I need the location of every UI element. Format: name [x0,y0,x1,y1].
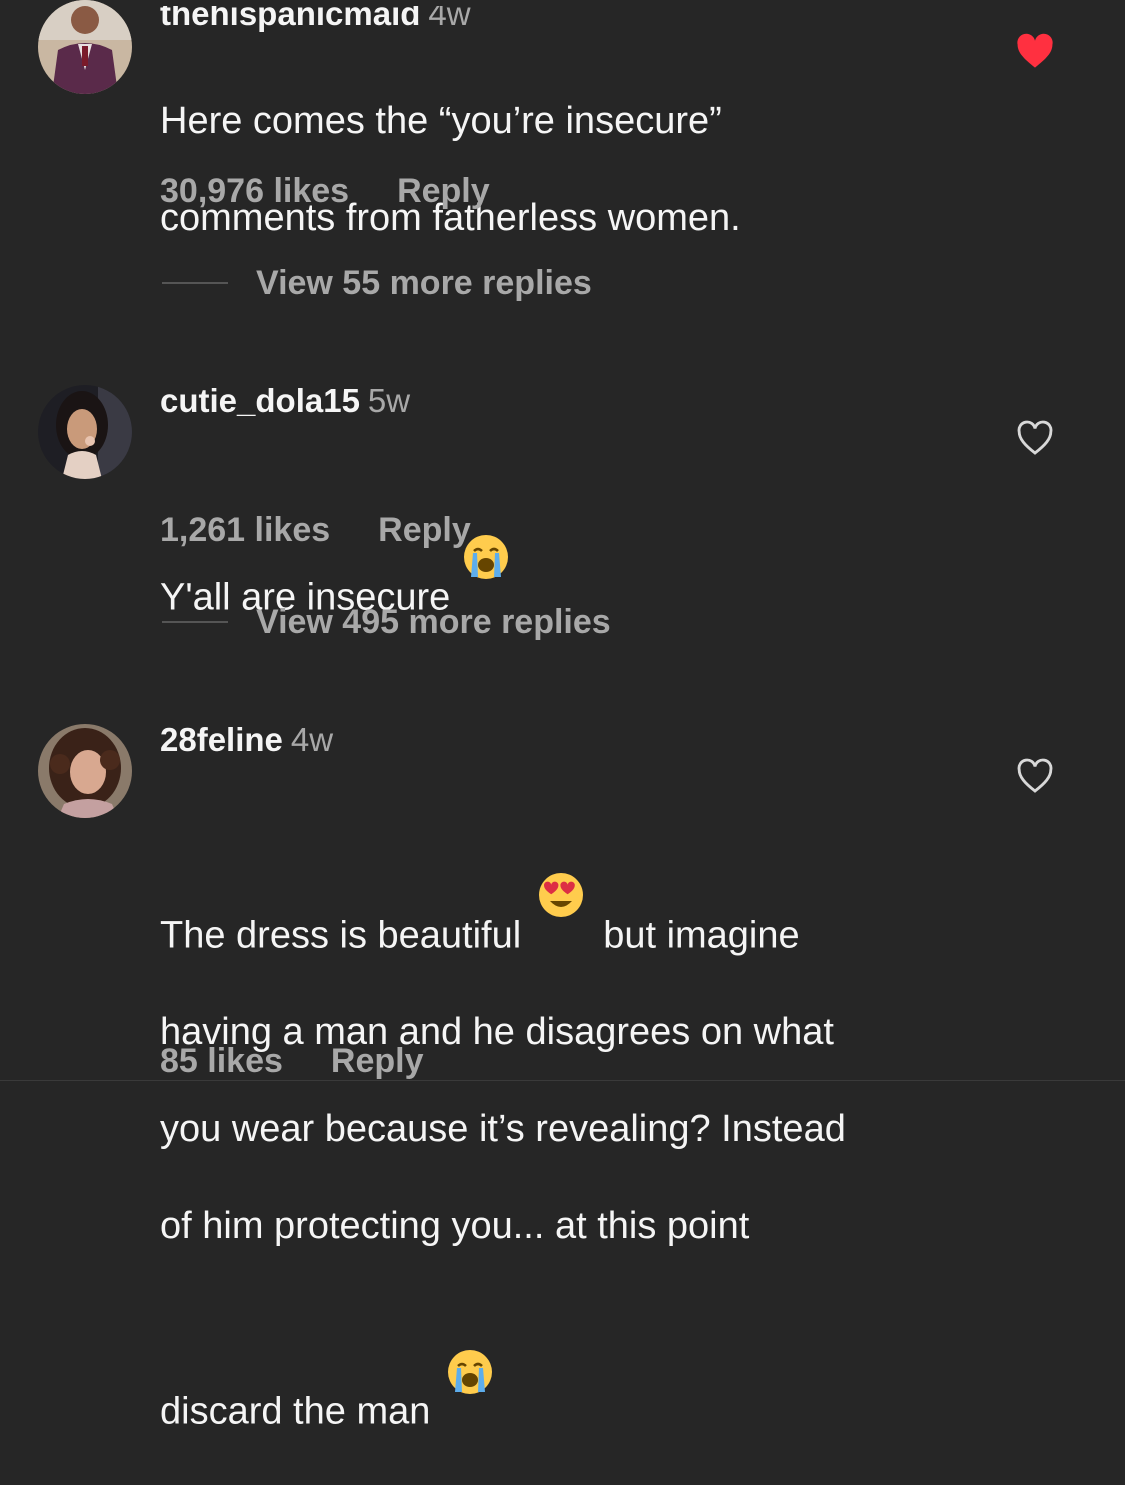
reply-button[interactable]: Reply [378,511,471,549]
divider-line [162,621,228,624]
timestamp: 5w [367,382,411,419]
username[interactable]: cutie_dola15 [160,382,360,419]
comment-meta: 1,261 likes Reply [160,510,471,550]
view-more-replies-label: View 495 more replies [256,603,611,641]
comment-text: The dress is beautiful but imagine havin… [160,774,980,1485]
comment-text-fragment: but imagine [603,914,800,956]
username[interactable]: 28feline [160,721,283,758]
divider-line [162,282,228,285]
likes-count[interactable]: 1,261 likes [160,511,330,549]
comment-meta: 85 likes Reply [160,1041,423,1081]
comment-header: 28feline 4w [160,720,333,760]
like-heart-filled-icon[interactable] [1016,33,1054,69]
comment-text-line: Here comes the “you’re insecure” [160,99,722,142]
comment-header: cutie_dola15 5w [160,381,410,421]
comment-text-fragment: discard the man [160,1390,431,1433]
comment-text-line: The dress is beautiful but imagine [160,823,980,960]
comment-meta: 30,976 likes Reply [160,171,490,211]
avatar[interactable] [38,0,132,94]
divider [0,1080,1125,1081]
avatar[interactable] [38,724,132,818]
like-heart-outline-icon[interactable] [1016,758,1054,794]
username[interactable]: thehispanicmaid [160,6,420,32]
profile-photo-suit-icon [38,0,132,94]
view-more-replies[interactable]: View 495 more replies [162,602,611,642]
comment-text-line: discard the man [160,1299,980,1436]
comment-text-line: you wear because it’s revealing? Instead [160,1108,846,1150]
avatar[interactable] [38,385,132,479]
like-heart-outline-icon[interactable] [1016,420,1054,456]
profile-photo-curly-hair-icon [38,724,132,818]
likes-count[interactable]: 85 likes [160,1042,283,1080]
likes-count[interactable]: 30,976 likes [160,172,349,210]
comment-text: Here comes the “you’re insecure” comment… [160,48,980,291]
heart-eyes-face-icon [537,823,585,917]
view-more-replies[interactable]: View 55 more replies [162,263,592,303]
reply-button[interactable]: Reply [397,172,490,210]
comment-text-fragment: The dress is beautiful [160,914,522,956]
reply-button[interactable]: Reply [331,1042,424,1080]
view-more-replies-label: View 55 more replies [256,264,592,302]
comment-text-line: of him protecting you... at this point [160,1205,750,1247]
comment-header: thehispanicmaid 4w [160,0,471,34]
timestamp: 4w [428,0,471,32]
profile-photo-woman-icon [38,385,132,479]
timestamp: 4w [290,721,334,758]
loudly-crying-face-icon [446,1299,494,1394]
